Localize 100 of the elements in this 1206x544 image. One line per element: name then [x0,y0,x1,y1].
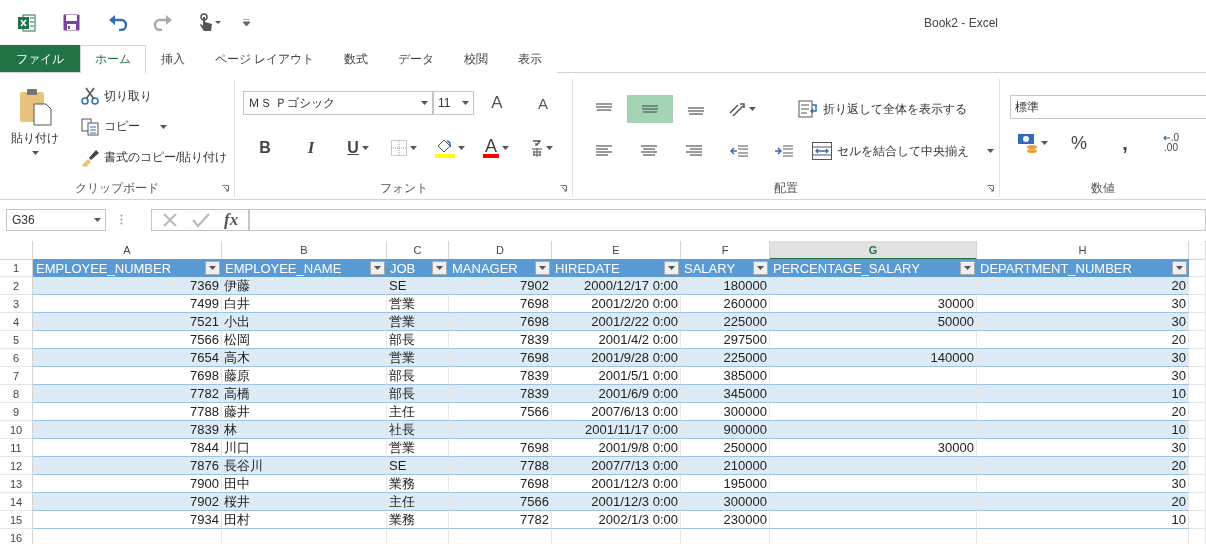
header-text: EMPLOYEE_NUMBER [36,260,172,276]
format-painter-button[interactable]: 書式のコピー/貼り付け [76,145,233,170]
money-icon [1018,133,1038,153]
table-cell: 7902 [33,493,222,511]
table-cell: 部長 [387,385,449,403]
filter-arrow-icon [757,266,764,270]
merge-center-button[interactable]: セルを結合して中央揃え [807,139,999,163]
row-header[interactable]: 15 [0,511,33,529]
cut-button[interactable]: 切り取り [76,84,233,109]
redo-icon[interactable] [153,14,173,31]
font-name-field[interactable]: ＭＳ Ｐゴシック [243,91,433,115]
name-box[interactable]: G36 [6,208,106,231]
file-tab[interactable]: ファイル [0,45,80,72]
table-cell: 2001/11/17 0:00 [552,421,681,439]
grow-font-button[interactable]: A [474,89,520,117]
table-cell: 10 [977,511,1189,529]
empty-cell [1189,367,1206,385]
empty-cell [1189,475,1206,493]
dialog-launcher-icon[interactable] [987,185,994,192]
phonetic-guide-icon [531,139,543,157]
filter-dropdown-button[interactable] [370,261,385,275]
table-cell: 7782 [33,385,222,403]
row-header[interactable]: 9 [0,403,33,421]
filter-arrow-icon [539,266,546,270]
align-center-icon [640,145,657,157]
font-size-field[interactable]: 11 [433,91,474,115]
caret-icon [462,101,469,105]
table-cell: 7566 [449,493,552,511]
decrease-indent-icon [730,145,749,157]
row-header[interactable]: 11 [0,439,33,457]
caret-icon [546,146,553,150]
table-cell: 高木 [222,349,387,367]
font-color-button[interactable]: A [473,134,519,162]
group-label: 配置 [774,181,798,195]
increase-decimal-button[interactable]: .0 .00 [1148,129,1194,157]
table-cell: 900000 [681,421,770,439]
ribbon-tab[interactable]: ホーム [80,45,146,73]
filter-arrow-icon [436,266,443,270]
touch-mode-icon[interactable] [198,12,222,33]
group-label: フォント [379,181,428,195]
caret-icon [361,146,369,150]
dialog-launcher-icon[interactable] [222,185,229,192]
row-header[interactable]: 3 [0,295,33,313]
caret-icon [502,146,509,150]
table-cell: 7521 [33,313,222,331]
clipboard-icon [18,88,52,126]
empty-cell [1189,349,1206,367]
table-cell: 20 [977,493,1189,511]
filter-dropdown-button[interactable] [664,261,679,275]
excel-logo-icon[interactable] [18,13,36,32]
empty-cell [1189,295,1206,313]
table-cell: 2001/2/22 0:00 [552,313,681,331]
header-text: JOB [390,260,416,276]
bold-button[interactable]: B [243,134,287,162]
shrink-font-button[interactable]: A [520,89,566,117]
dialog-launcher-icon[interactable] [560,185,567,192]
wrap-text-button[interactable]: 折り返して全体を表示する [793,97,972,121]
table-cell: 社長 [387,421,449,439]
align-right-icon [686,145,702,157]
table-cell: 225000 [681,349,770,367]
table-cell: 20 [977,457,1189,475]
table-cell: 2001/9/28 0:00 [552,349,681,367]
table-cell: 2007/7/13 0:00 [552,457,681,475]
align-left-icon [595,145,612,157]
more-options-icon [120,214,123,225]
paste-button[interactable]: 貼り付け [8,83,62,160]
formula-input[interactable] [249,208,1206,231]
group-label: 数値 [1091,181,1115,195]
filter-arrow-icon [964,266,971,270]
percent-button[interactable]: % [1056,129,1102,157]
increase-indent-icon [775,145,794,157]
save-icon[interactable] [63,14,80,31]
middle-align-button[interactable] [627,95,673,123]
row-header[interactable]: 16 [0,529,33,544]
filter-dropdown-button[interactable] [205,261,220,275]
filter-dropdown-button[interactable] [753,261,768,275]
enter-check-icon[interactable] [192,211,210,228]
filter-dropdown-button[interactable] [1172,261,1187,275]
number-format-field[interactable]: 標準 [1010,95,1206,119]
filter-dropdown-button[interactable] [960,261,975,275]
table-cell: 7839 [449,385,552,403]
row-header[interactable]: 13 [0,475,33,493]
copy-button[interactable]: コピー [76,115,233,139]
underline-button[interactable]: U [335,134,381,162]
row-header[interactable]: 5 [0,331,33,349]
scissors-icon [81,87,99,106]
comma-style-button[interactable]: , [1102,129,1148,157]
table-cell: 小出 [222,313,387,331]
undo-icon[interactable] [108,14,128,31]
copy-icon [81,118,99,136]
filter-dropdown-button[interactable] [432,261,447,275]
table-cell: 50000 [770,313,977,331]
insert-function-button[interactable]: fx [224,209,239,230]
merge-cells-icon [812,142,832,160]
row-header[interactable]: 7 [0,367,33,385]
customize-menu-icon[interactable] [243,19,250,26]
filter-dropdown-button[interactable] [535,261,550,275]
italic-button[interactable]: I [287,134,335,162]
table-cell: 長谷川 [222,457,387,475]
filter-arrow-icon [1176,266,1183,270]
